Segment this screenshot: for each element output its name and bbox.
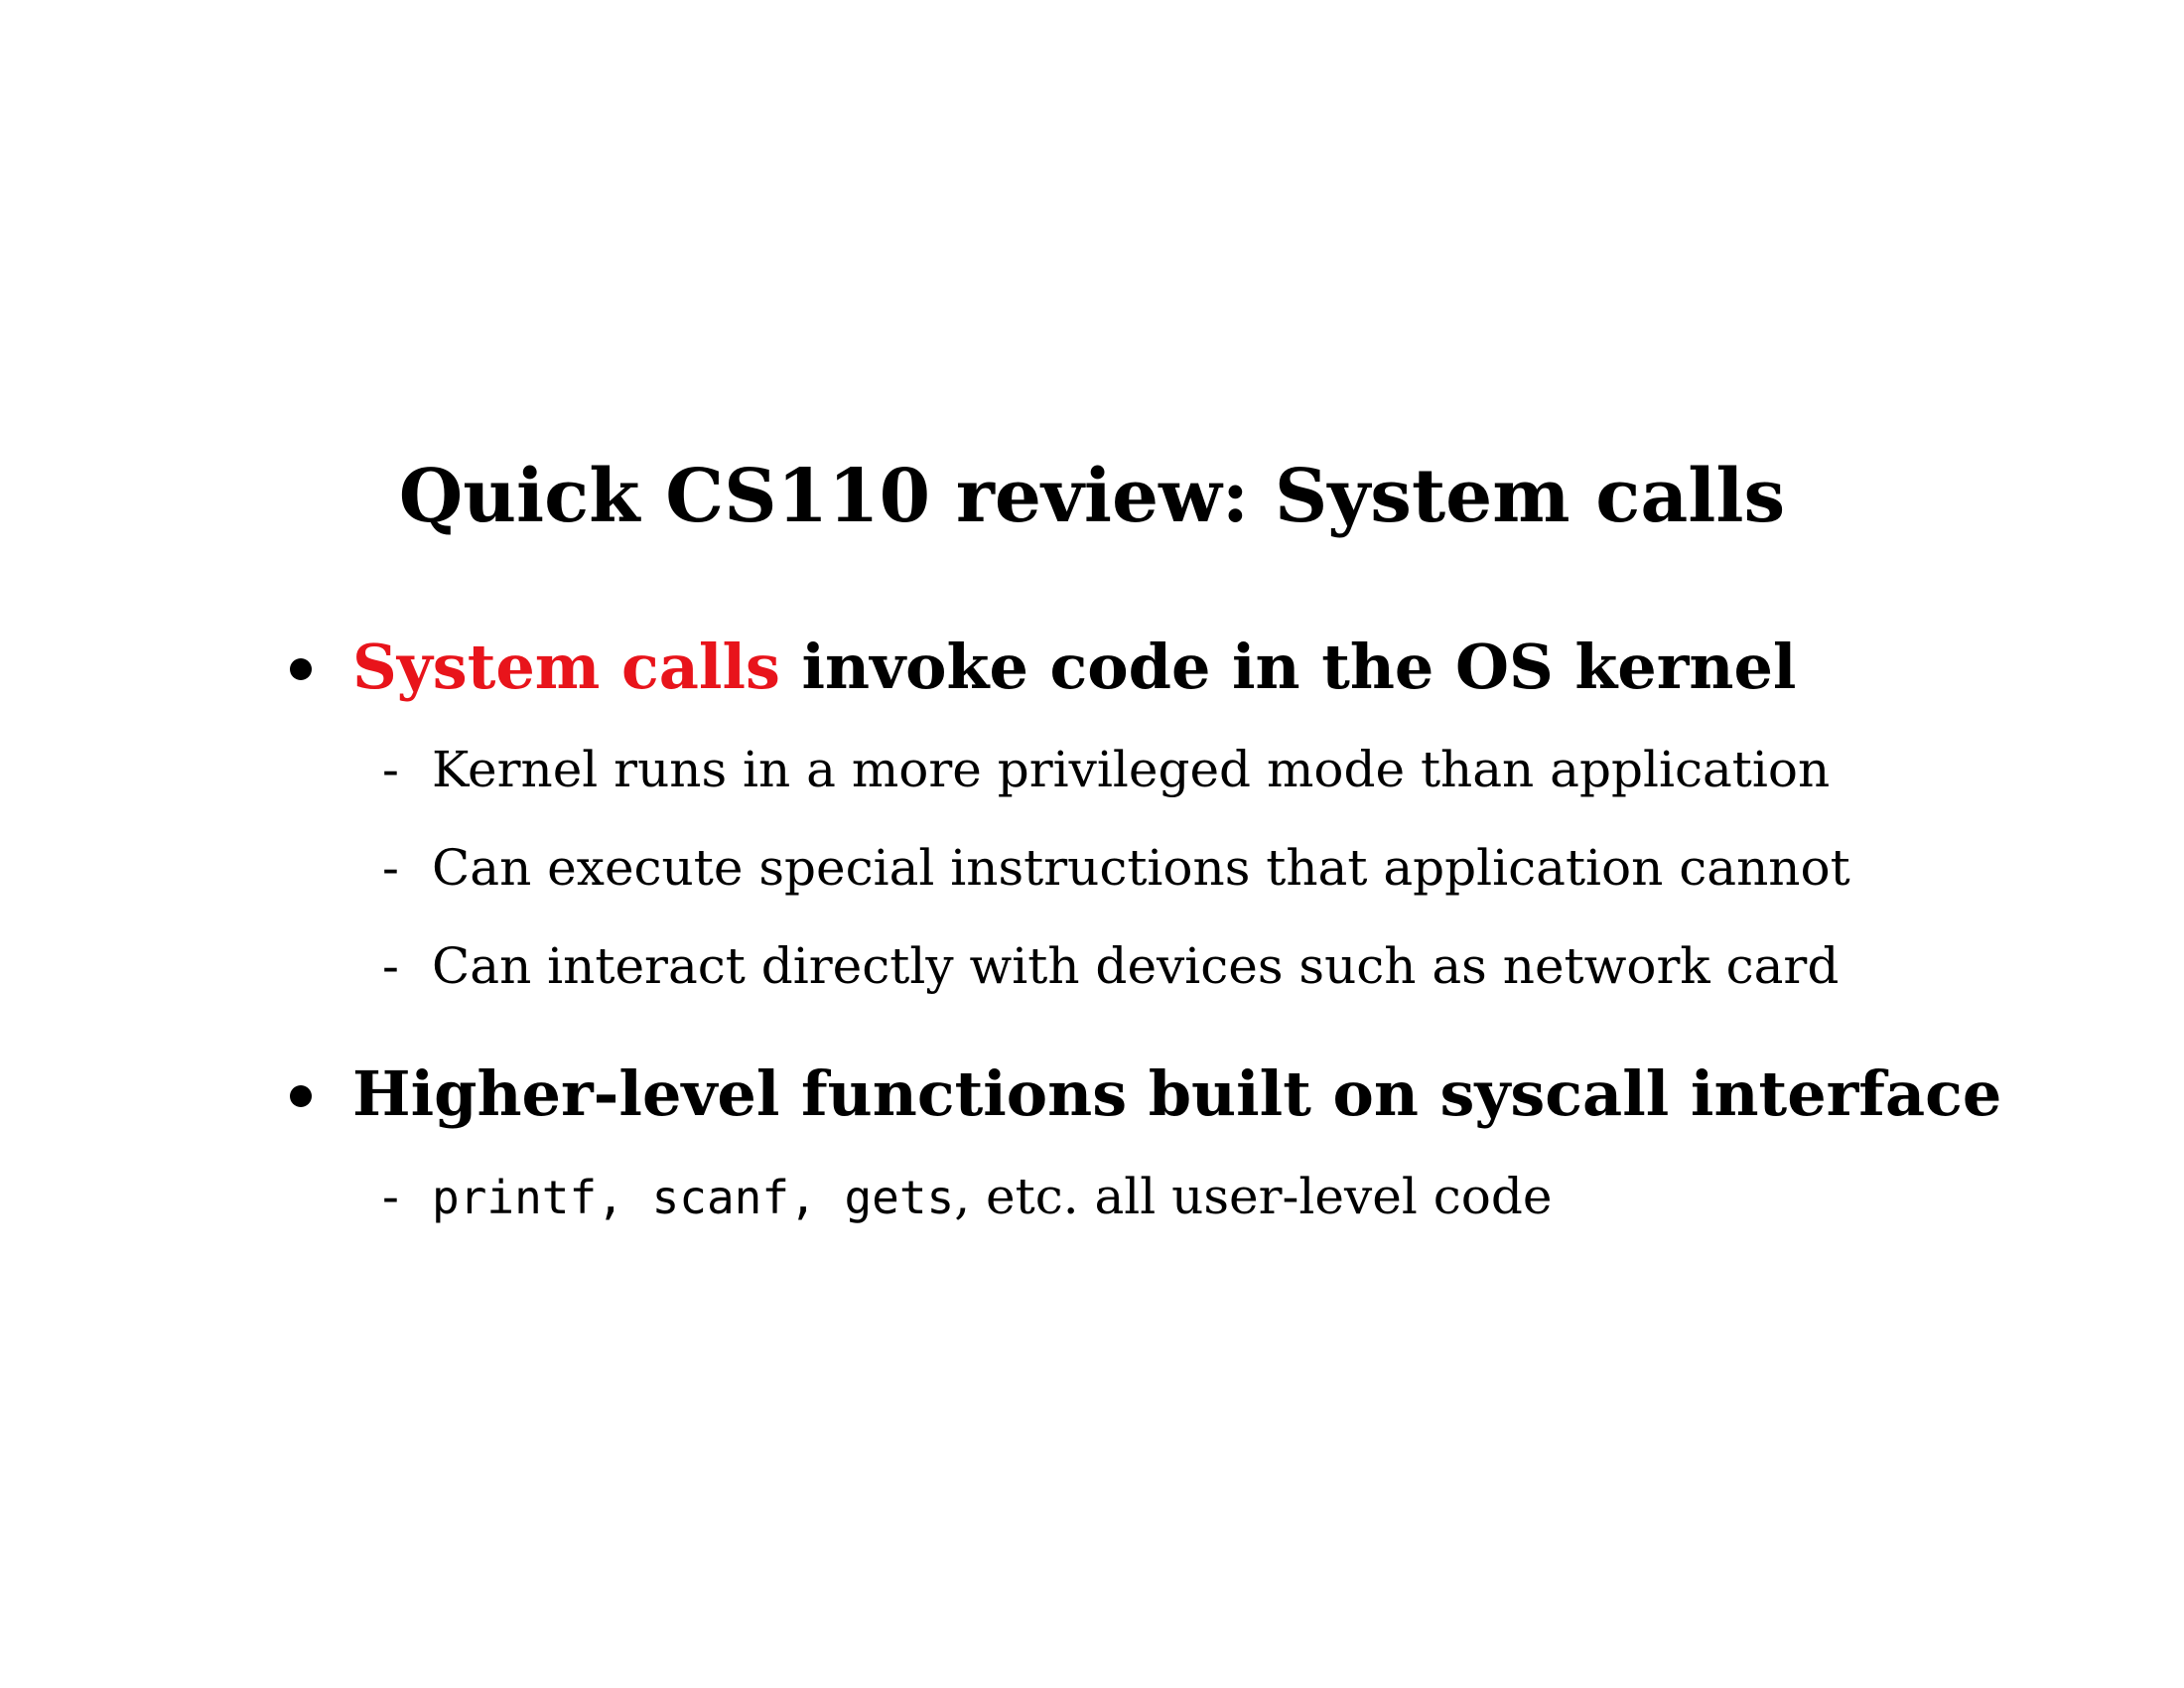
subitem-1-1: Kernel runs in a more privileged mode th… (432, 741, 1831, 798)
slide-title: Quick CS110 review: System calls (398, 454, 1786, 539)
bullet-1-text: invoke code in the OS kernel (779, 631, 1797, 703)
bullet-1: System calls invoke code in the OS kerne… (352, 628, 1796, 707)
bullet-1-highlight: System calls (352, 631, 780, 703)
code-gets: gets (844, 1171, 955, 1224)
code-sep-1: , (597, 1171, 652, 1224)
subitem-1-3: Can interact directly with devices such … (432, 937, 1840, 995)
subitem-2-1-rest: , etc. all user-level code (954, 1168, 1553, 1225)
code-scanf: scanf (651, 1171, 790, 1224)
subitem-2-1: printf, scanf, gets, etc. all user-level… (432, 1162, 1552, 1232)
subitem-1-3-dash: - (382, 937, 399, 995)
bullet-dot-1 (290, 658, 312, 680)
subitem-2-1-dash: - (382, 1168, 399, 1225)
bullet-dot-2 (290, 1085, 312, 1107)
code-printf: printf (432, 1171, 598, 1224)
bullet-2: Higher-level functions built on syscall … (352, 1057, 2002, 1130)
code-sep-2: , (789, 1171, 845, 1224)
subitem-1-2-dash: - (382, 839, 399, 897)
slide: Quick CS110 review: System calls System … (0, 0, 2184, 1688)
subitem-1-2: Can execute special instructions that ap… (432, 839, 1850, 897)
subitem-1-1-dash: - (382, 741, 399, 798)
